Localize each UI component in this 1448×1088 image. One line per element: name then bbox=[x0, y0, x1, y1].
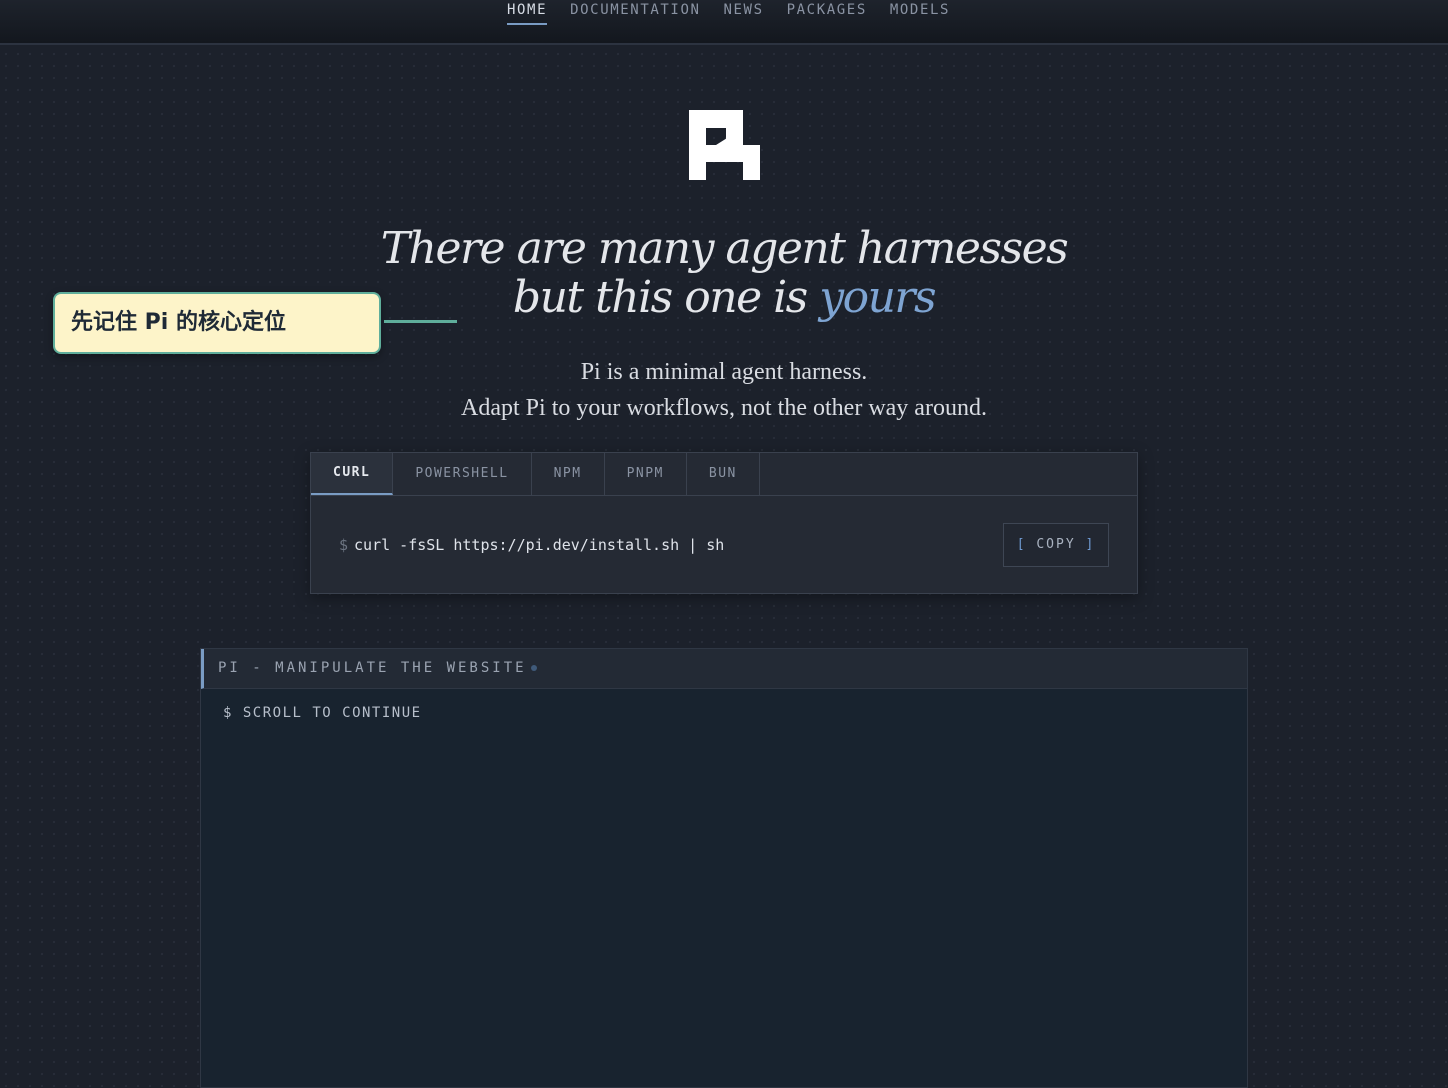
top-navigation: HOME DOCUMENTATION NEWS PACKAGES MODELS bbox=[0, 0, 1448, 45]
nav-item-news[interactable]: NEWS bbox=[724, 1, 764, 25]
headline-line-1: There are many agent harnesses bbox=[380, 223, 1069, 274]
copy-bracket-open: [ bbox=[1016, 537, 1027, 552]
tab-bun[interactable]: BUN bbox=[687, 453, 760, 495]
status-dot-icon bbox=[530, 665, 537, 671]
nav-item-packages[interactable]: PACKAGES bbox=[787, 1, 867, 25]
nav-item-home[interactable]: HOME bbox=[507, 1, 548, 25]
copy-button[interactable]: [ COPY ] bbox=[1003, 523, 1109, 567]
terminal-output: $ SCROLL TO CONTINUE bbox=[223, 705, 422, 721]
pi-logo bbox=[689, 110, 760, 180]
terminal-window[interactable]: PI - MANIPULATE THE WEBSITE $ SCROLL TO … bbox=[200, 648, 1248, 1088]
subtitle-line-1: Pi is a minimal agent harness. bbox=[580, 359, 868, 385]
install-tabs: CURL POWERSHELL NPM PNPM BUN bbox=[311, 453, 1137, 496]
tab-pnpm[interactable]: PNPM bbox=[605, 453, 687, 495]
install-panel: CURL POWERSHELL NPM PNPM BUN $ curl -fsSL… bbox=[310, 452, 1138, 594]
headline-accent-word: yours bbox=[819, 272, 936, 323]
copy-bracket-close: ] bbox=[1085, 537, 1096, 552]
subtitle-line-2: Adapt Pi to your workflows, not the othe… bbox=[461, 395, 987, 421]
nav-item-documentation[interactable]: DOCUMENTATION bbox=[570, 1, 700, 25]
tab-curl[interactable]: CURL bbox=[311, 453, 394, 495]
tab-powershell[interactable]: POWERSHELL bbox=[393, 453, 532, 495]
tab-npm[interactable]: NPM bbox=[532, 453, 605, 495]
terminal-title: PI - MANIPULATE THE WEBSITE bbox=[218, 660, 527, 676]
annotation-connector bbox=[384, 320, 457, 323]
nav-item-models[interactable]: MODELS bbox=[890, 1, 950, 25]
nav-menu: HOME DOCUMENTATION NEWS PACKAGES MODELS bbox=[507, 1, 973, 25]
hero-subtitle: Pi is a minimal agent harness. Adapt Pi … bbox=[0, 354, 1448, 426]
copy-label: COPY bbox=[1036, 537, 1076, 552]
annotation-callout: 先记住 Pi 的核心定位 bbox=[53, 292, 381, 354]
headline-line-2-prefix: but this one is bbox=[512, 272, 820, 323]
command-text: curl -fsSL https://pi.dev/install.sh | s… bbox=[354, 536, 725, 554]
command-prompt: $ bbox=[339, 536, 349, 554]
install-command[interactable]: $ curl -fsSL https://pi.dev/install.sh | … bbox=[339, 536, 724, 554]
terminal-header: PI - MANIPULATE THE WEBSITE bbox=[201, 649, 1247, 689]
